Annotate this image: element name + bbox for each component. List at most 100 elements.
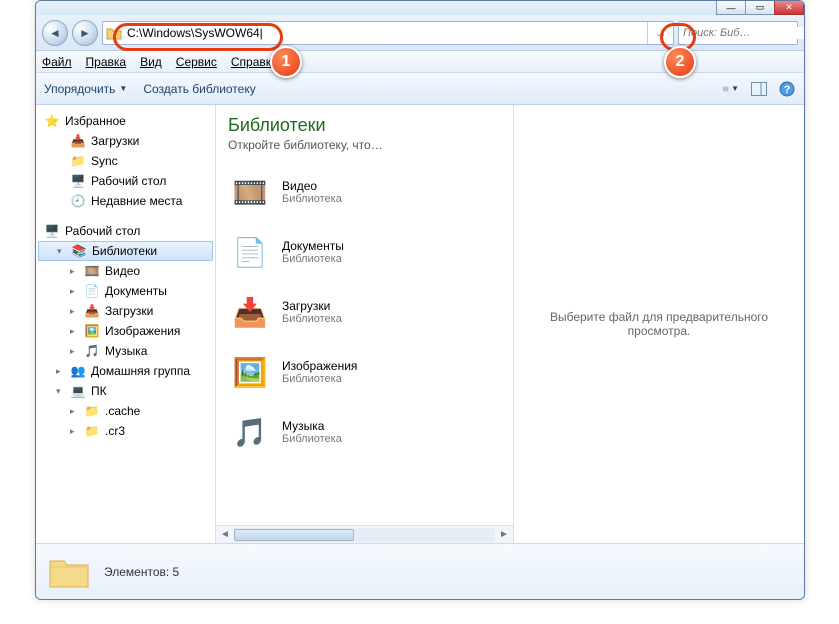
go-button[interactable]: → (647, 22, 673, 44)
search-box[interactable]: 🔍 (678, 21, 798, 45)
back-button[interactable]: ◄ (42, 20, 68, 46)
sidebar-desktop[interactable]: 🖥️ Рабочий стол (38, 171, 213, 191)
content-header: Библиотеки Откройте библиотеку, что… (216, 105, 513, 156)
library-type: Библиотека (282, 193, 342, 205)
sidebar-recent[interactable]: 🕘Недавние места (38, 191, 213, 211)
collapse-icon[interactable]: ▾ (36, 226, 40, 237)
sidebar-sync[interactable]: 📁Sync (38, 151, 213, 171)
preview-pane: Выберите файл для предварительного просм… (514, 105, 804, 543)
music-icon: 🎵 (84, 343, 100, 359)
desktop-icon: 🖥️ (44, 223, 60, 239)
expand-icon[interactable]: ▸ (70, 346, 80, 357)
sidebar-cache[interactable]: ▸ 📁 .cache (38, 401, 213, 421)
svg-text:?: ? (784, 84, 791, 96)
library-type: Библиотека (282, 373, 357, 385)
library-pictures[interactable]: 🖼️ ИзображенияБиблиотека (224, 342, 505, 402)
pc-icon: 💻 (70, 383, 86, 399)
address-bar[interactable]: → (102, 21, 674, 45)
scrollbar-track[interactable] (234, 528, 495, 542)
menu-view[interactable]: Вид (140, 55, 162, 69)
folder-icon (46, 549, 92, 595)
expand-icon[interactable]: ▸ (56, 366, 66, 377)
expand-icon[interactable]: ▸ (70, 266, 80, 277)
sidebar-videos[interactable]: ▸🎞️Видео (38, 261, 213, 281)
content-pane: Библиотеки Откройте библиотеку, что… 🎞️ … (216, 105, 514, 543)
library-videos[interactable]: 🎞️ ВидеоБиблиотека (224, 162, 505, 222)
help-button[interactable]: ? (778, 80, 796, 98)
sidebar-item-label: .cache (105, 404, 140, 418)
sidebar-item-label: .cr3 (105, 424, 125, 438)
sidebar-item-label: Библиотеки (92, 244, 157, 258)
expand-icon[interactable]: ▸ (70, 326, 80, 337)
navigation-bar: ◄ ► → 🔍 (36, 15, 804, 51)
menu-edit[interactable]: Правка (86, 55, 127, 69)
menu-tools[interactable]: Сервис (176, 55, 217, 69)
music-icon: 🎵 (228, 410, 272, 454)
library-list: 🎞️ ВидеоБиблиотека 📄 ДокументыБиблиотека… (216, 156, 513, 468)
collapse-icon[interactable]: ▾ (56, 386, 66, 397)
address-input[interactable] (125, 23, 647, 43)
expand-icon[interactable]: ▸ (70, 286, 80, 297)
expand-icon[interactable]: ▸ (70, 426, 80, 437)
chevron-down-icon: ▼ (731, 84, 739, 93)
sidebar-item-label: Музыка (105, 344, 147, 358)
preview-placeholder: Выберите файл для предварительного просм… (524, 310, 794, 338)
collapse-icon[interactable]: ▾ (36, 116, 40, 127)
sidebar-homegroup[interactable]: ▸👥Домашняя группа (38, 361, 213, 381)
scrollbar-thumb[interactable] (234, 529, 354, 541)
sidebar-desktop-root[interactable]: ▾ 🖥️ Рабочий стол (38, 221, 213, 241)
page-title: Библиотеки (228, 115, 501, 136)
sidebar-item-label: Загрузки (105, 304, 153, 318)
download-icon: 📥 (84, 303, 100, 319)
annotation-badge-1: 1 (270, 46, 302, 78)
horizontal-scrollbar[interactable]: ◄ ► (216, 525, 513, 543)
status-text: Элементов: 5 (104, 565, 179, 579)
collapse-icon[interactable]: ▾ (57, 246, 67, 257)
sidebar-downloads2[interactable]: ▸ 📥 Загрузки (38, 301, 213, 321)
status-bar: Элементов: 5 (36, 543, 804, 599)
library-name: Музыка (282, 419, 342, 433)
library-music[interactable]: 🎵 МузыкаБиблиотека (224, 402, 505, 462)
sidebar-item-label: Избранное (65, 114, 126, 128)
library-downloads[interactable]: 📥 ЗагрузкиБиблиотека (224, 282, 505, 342)
folder-icon: 📁 (84, 423, 100, 439)
sidebar-pictures[interactable]: ▸🖼️Изображения (38, 321, 213, 341)
close-button[interactable]: ✕ (774, 1, 804, 15)
sidebar-item-label: Рабочий стол (65, 224, 140, 238)
organize-button[interactable]: Упорядочить▼ (44, 82, 127, 96)
maximize-button[interactable]: ▭ (745, 1, 775, 15)
sidebar-item-label: Загрузки (91, 134, 139, 148)
new-library-button[interactable]: Создать библиотеку (143, 82, 255, 96)
sidebar-music[interactable]: ▸ 🎵 Музыка (38, 341, 213, 361)
scroll-right-icon[interactable]: ► (495, 529, 513, 540)
view-options-button[interactable]: ▼ (722, 80, 740, 98)
preview-pane-button[interactable] (750, 80, 768, 98)
menu-file[interactable]: Файл (42, 55, 72, 69)
sidebar-documents[interactable]: ▸📄Документы (38, 281, 213, 301)
picture-icon: 🖼️ (84, 323, 100, 339)
desktop-icon: 🖥️ (70, 173, 86, 189)
star-icon: ⭐ (44, 113, 60, 129)
toolbar: Упорядочить▼ Создать библиотеку ▼ ? (36, 73, 804, 105)
sidebar-cr3[interactable]: ▸ 📁 .cr3 (38, 421, 213, 441)
sidebar-downloads[interactable]: 📥Загрузки (38, 131, 213, 151)
sidebar-pc[interactable]: ▾💻ПК (38, 381, 213, 401)
sidebar-item-label: Рабочий стол (91, 174, 166, 188)
sidebar-libraries[interactable]: ▾ 📚 Библиотеки (38, 241, 213, 261)
search-input[interactable] (683, 27, 805, 39)
video-icon: 🎞️ (228, 170, 272, 214)
annotation-badge-2: 2 (664, 46, 696, 78)
recent-icon: 🕘 (70, 193, 86, 209)
sidebar-favorites[interactable]: ▾ ⭐ Избранное (38, 111, 213, 131)
expand-icon[interactable]: ▸ (70, 406, 80, 417)
video-icon: 🎞️ (84, 263, 100, 279)
folder-icon: 📁 (84, 403, 100, 419)
expand-icon[interactable]: ▸ (70, 306, 80, 317)
forward-button[interactable]: ► (72, 20, 98, 46)
explorer-window: — ▭ ✕ ◄ ► → 🔍 Файл Правка Вид Сервис Спр… (35, 0, 805, 600)
minimize-button[interactable]: — (716, 1, 746, 15)
library-documents[interactable]: 📄 ДокументыБиблиотека (224, 222, 505, 282)
library-name: Загрузки (282, 299, 342, 313)
library-type: Библиотека (282, 313, 342, 325)
scroll-left-icon[interactable]: ◄ (216, 529, 234, 540)
